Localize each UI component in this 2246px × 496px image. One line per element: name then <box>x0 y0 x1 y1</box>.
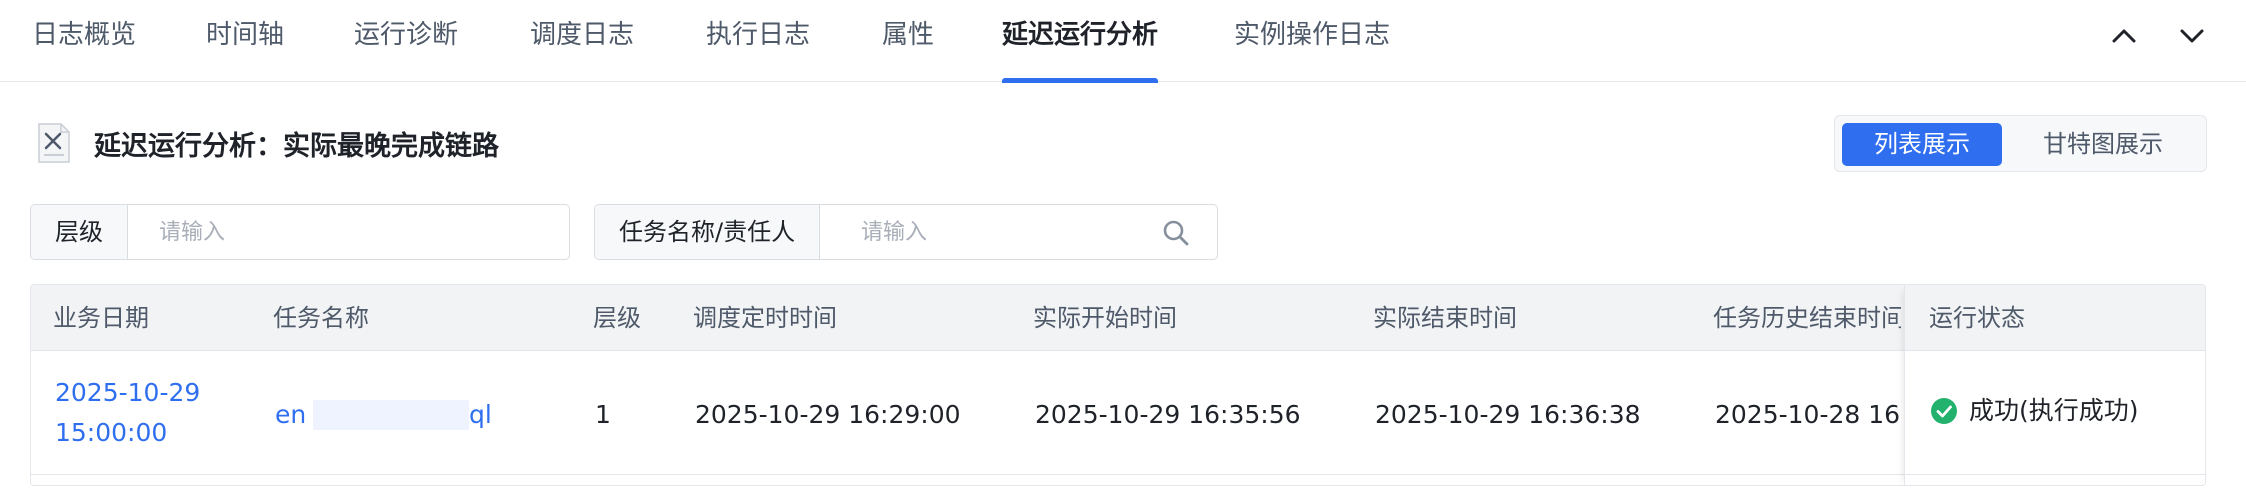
column-header: 调度定时时间 <box>693 304 837 332</box>
history-end-time: 2025-10-28 16 <box>1715 400 1901 429</box>
column-header: 运行状态 <box>1929 304 2025 332</box>
level-filter: 层级 <box>30 204 570 260</box>
section-title: 延迟运行分析：实际最晚完成链路 <box>94 131 499 162</box>
level-filter-label: 层级 <box>31 205 128 259</box>
task-name-end: ql <box>469 400 492 429</box>
actual-end-time: 2025-10-29 16:36:38 <box>1375 400 1641 429</box>
task-filter-label: 任务名称/责任人 <box>595 205 821 259</box>
gantt-view-button[interactable]: 甘特图展示 <box>2005 123 2201 166</box>
column-header: 业务日期 <box>53 304 149 332</box>
delay-analysis-table: 业务日期 任务名称 层级 调度定时时间 实际开始时间 实际结束时间 任务历史结束… <box>30 284 2206 486</box>
task-filter: 任务名称/责任人 <box>594 204 1218 260</box>
biz-date-day: 2025-10-29 <box>55 378 201 407</box>
task-name-start: en <box>275 400 307 429</box>
table-row: 2025-10-29 15:00:00 en ql 1 2025-10-29 1… <box>31 351 2205 475</box>
actual-start-time: 2025-10-29 16:35:56 <box>1035 400 1301 429</box>
tab-execution-log[interactable]: 执行日志 <box>706 0 810 82</box>
status-cell: 成功(执行成功) <box>1905 351 2205 475</box>
task-name-link[interactable]: en ql <box>275 395 525 435</box>
column-header: 层级 <box>593 304 641 332</box>
tab-timeline[interactable]: 时间轴 <box>206 0 284 82</box>
list-view-button[interactable]: 列表展示 <box>1842 123 2002 166</box>
tab-log-overview[interactable]: 日志概览 <box>32 0 136 82</box>
tab-properties[interactable]: 属性 <box>882 0 934 82</box>
tab-delay-analysis[interactable]: 延迟运行分析 <box>1002 0 1159 83</box>
status-text: 成功(执行成功) <box>1969 396 2139 425</box>
scheduled-time: 2025-10-29 16:29:00 <box>695 400 961 429</box>
redaction-mask <box>313 400 469 430</box>
chevron-down-icon[interactable] <box>2170 14 2214 58</box>
status-header-cell: 运行状态 <box>1905 285 2205 351</box>
search-icon[interactable] <box>1161 218 1191 248</box>
column-header: 任务名称 <box>273 304 369 332</box>
biz-date-link[interactable]: 2025-10-29 15:00:00 <box>55 373 200 453</box>
column-header: 实际开始时间 <box>1033 304 1177 332</box>
tab-schedule-log[interactable]: 调度日志 <box>530 0 634 82</box>
chevron-up-icon[interactable] <box>2102 14 2146 58</box>
table-header: 业务日期 任务名称 层级 调度定时时间 实际开始时间 实际结束时间 任务历史结束… <box>31 285 2205 351</box>
level-input[interactable] <box>159 205 559 259</box>
tab-run-diagnosis[interactable]: 运行诊断 <box>354 0 458 82</box>
task-input[interactable] <box>861 205 1161 259</box>
biz-date-time: 15:00:00 <box>55 418 168 447</box>
column-header: 任务历史结束时间 <box>1713 304 1901 332</box>
status-column: 运行状态 成功(执行成功) <box>1904 285 2205 485</box>
column-header: 实际结束时间 <box>1373 304 1517 332</box>
level-value: 1 <box>595 400 611 429</box>
tab-instance-operation-log[interactable]: 实例操作日志 <box>1234 0 1390 82</box>
view-switch: 列表展示 甘特图展示 <box>1834 115 2207 172</box>
document-icon <box>36 122 72 164</box>
check-circle-icon <box>1930 397 1958 425</box>
tab-bar: 日志概览 时间轴 运行诊断 调度日志 执行日志 属性 延迟运行分析 实例操作日志 <box>0 0 2246 83</box>
